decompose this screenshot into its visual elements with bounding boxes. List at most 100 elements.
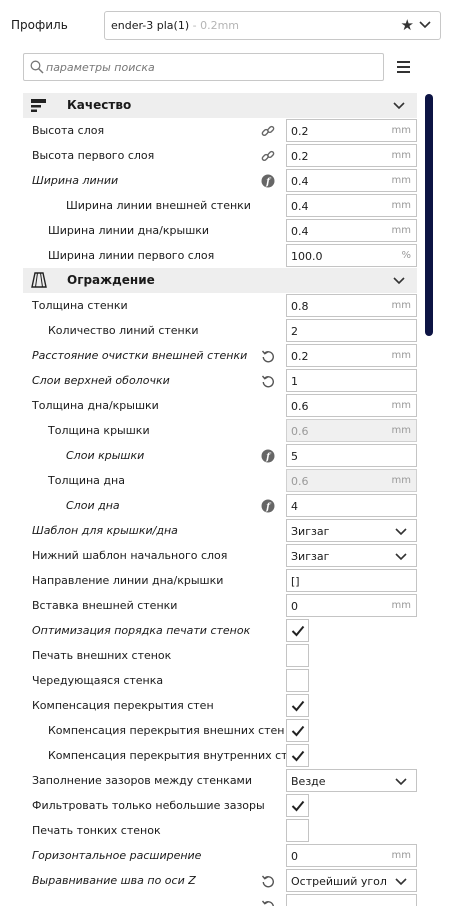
setting-label: Толщина дна [48,474,125,487]
chevron-down-icon[interactable] [395,775,407,787]
setting-label: Слои верхней оболочки [32,374,170,387]
setting-label: Оптимизация порядка печати стенок [32,624,251,637]
setting-input[interactable]: 1 [286,369,417,392]
setting-row: Выравнивание шва по оси Z Острейший угол [23,868,417,893]
setting-input: 0.6 mm [286,419,417,442]
reset-icon[interactable] [261,374,275,388]
setting-input[interactable]: 0.2 mm [286,144,417,167]
setting-label: Количество линий стенки [48,324,199,337]
setting-value: 5 [291,450,298,463]
setting-row: Слои дна f 4 [23,493,417,518]
setting-unit: mm [391,475,411,486]
setting-input[interactable]: 100.0% [286,244,417,267]
setting-input[interactable] [286,894,417,906]
setting-value: [] [291,575,300,588]
category-header[interactable]: Качество [23,93,417,118]
setting-label: Высота первого слоя [32,149,155,162]
star-icon[interactable]: ★ [401,16,414,34]
setting-label: Слои дна [66,499,120,512]
function-icon[interactable]: f [261,499,275,513]
setting-input[interactable]: 0.4 mm [286,194,417,217]
reset-icon[interactable] [261,349,275,363]
setting-value: 0.6 [291,425,309,438]
setting-checkbox[interactable] [286,644,309,667]
setting-value: 0.4 [291,175,309,188]
setting-input[interactable]: 0.4 mm [286,169,417,192]
setting-input[interactable]: 0.2 mm [286,344,417,367]
setting-input[interactable]: 0.4 mm [286,219,417,242]
setting-checkbox[interactable] [286,719,309,742]
function-icon[interactable]: f [261,174,275,188]
setting-input[interactable]: 0.8 mm [286,294,417,317]
setting-label: Компенсация перекрытия внешних стен [48,724,285,737]
chevron-down-icon[interactable] [419,18,431,30]
profile-name: ender-3 pla(1) - 0.2mm [111,19,240,32]
search-box[interactable] [23,53,384,81]
dropdown-value: Зигзаг [291,550,330,563]
setting-row: Шаблон для крышки/дна Зигзаг [23,518,417,543]
profile-selector[interactable]: ender-3 pla(1) - 0.2mm ★ [104,11,441,40]
setting-checkbox[interactable] [286,819,309,842]
reset-icon[interactable] [261,874,275,888]
setting-row: Толщина дна/крышки 0.6 mm [23,393,417,418]
setting-row: Количество линий стенки 2 [23,318,417,343]
setting-input[interactable]: 0.6 mm [286,394,417,417]
chevron-down-icon[interactable] [393,99,405,111]
setting-unit: mm [391,225,411,236]
setting-checkbox[interactable] [286,619,309,642]
setting-input[interactable]: 0 mm [286,594,417,617]
setting-row: Высота слоя 0.2 mm [23,118,417,143]
setting-checkbox[interactable] [286,794,309,817]
setting-label: Фильтровать только небольшие зазоры [32,799,265,812]
setting-input[interactable]: 0 mm [286,844,417,867]
setting-label: Заполнение зазоров между стенками [32,774,253,787]
setting-row: Печать тонких стенок [23,818,417,843]
function-icon[interactable]: f [261,449,275,463]
search-icon [30,60,44,74]
setting-input[interactable]: 5 [286,444,417,467]
setting-dropdown[interactable]: Зигзаг [286,544,417,567]
scrollbar[interactable] [425,94,433,336]
setting-input[interactable]: 4 [286,494,417,517]
setting-row: Ширина линии внешней стенки 0.4 mm [23,193,417,218]
hamburger-menu-icon[interactable] [394,58,414,76]
category-header[interactable]: Ограждение [23,268,417,293]
setting-dropdown[interactable]: Острейший угол [286,869,417,892]
setting-label: Нижний шаблон начального слоя [32,549,228,562]
reset-icon[interactable] [261,899,275,906]
setting-row: Компенсация перекрытия внешних стен [23,718,417,743]
setting-input[interactable]: [] [286,569,417,592]
setting-row: Заполнение зазоров между стенками Везде [23,768,417,793]
setting-row: Оптимизация порядка печати стенок [23,618,417,643]
checkmark-icon [291,725,305,737]
setting-dropdown[interactable]: Зигзаг [286,519,417,542]
setting-label: Ширина линии [32,174,119,187]
setting-checkbox[interactable] [286,694,309,717]
link-icon[interactable] [261,124,275,138]
setting-checkbox[interactable] [286,744,309,767]
setting-value: 0.8 [291,300,309,313]
setting-dropdown[interactable]: Везде [286,769,417,792]
setting-input[interactable]: 0.2 mm [286,119,417,142]
link-icon[interactable] [261,149,275,163]
setting-label: Толщина крышки [48,424,150,437]
setting-unit: mm [391,350,411,361]
setting-value: 0.4 [291,200,309,213]
chevron-down-icon[interactable] [395,550,407,562]
setting-checkbox[interactable] [286,669,309,692]
setting-row: Компенсация перекрытия стен [23,693,417,718]
setting-value: 2 [291,325,298,338]
setting-row: Толщина стенки 0.8 mm [23,293,417,318]
chevron-down-icon[interactable] [395,875,407,887]
dropdown-value: Острейший угол [291,875,387,888]
setting-value: 0.4 [291,225,309,238]
search-input[interactable] [46,57,376,77]
setting-value: 1 [291,375,298,388]
setting-label: Расстояние очистки внешней стенки [32,349,248,362]
setting-row: Печать внешних стенок [23,643,417,668]
setting-input[interactable]: 2 [286,319,417,342]
chevron-down-icon[interactable] [393,274,405,286]
checkmark-icon [291,700,305,712]
setting-value: 0 [291,850,298,863]
chevron-down-icon[interactable] [395,525,407,537]
